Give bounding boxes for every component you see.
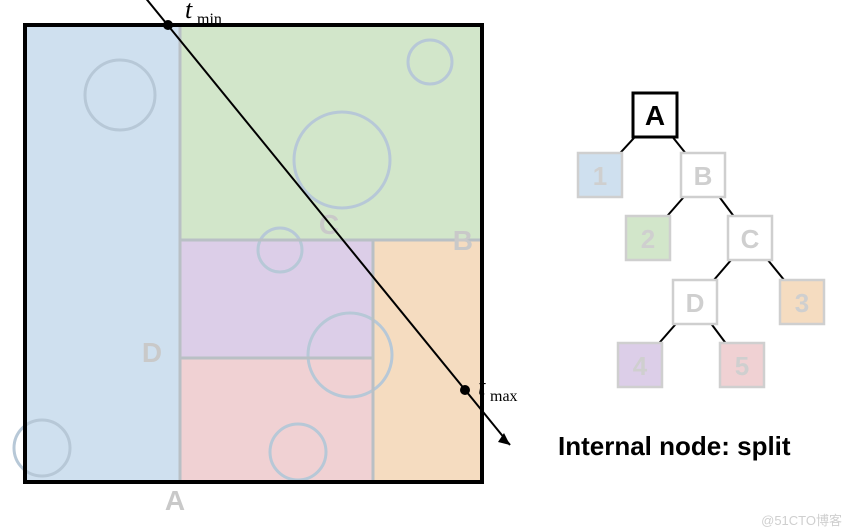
region-3 [373, 240, 482, 482]
split-label-B: B [453, 225, 473, 256]
split-label-A: A [165, 485, 185, 516]
partition-box: A B C D t min t max [14, 0, 518, 516]
watermark: @51CTO博客 [761, 510, 842, 529]
tree-node-B: B [681, 153, 725, 197]
tree-leaf-1: 1 [578, 153, 622, 197]
tree-node-C: C [728, 216, 772, 260]
svg-text:B: B [694, 161, 713, 191]
svg-text:C: C [741, 224, 760, 254]
svg-text:min: min [197, 11, 222, 28]
tree-leaf-5: 5 [720, 343, 764, 387]
tree-leaf-3: 3 [780, 280, 824, 324]
region-5 [180, 358, 373, 482]
svg-text:t: t [185, 0, 193, 24]
split-label-D: D [142, 337, 162, 368]
svg-text:3: 3 [795, 288, 809, 318]
svg-text:2: 2 [641, 224, 655, 254]
t-max-label: t max [478, 372, 518, 405]
svg-text:5: 5 [735, 351, 749, 381]
t-min-label: t min [185, 0, 222, 28]
tree-leaf-4: 4 [618, 343, 662, 387]
svg-text:D: D [686, 288, 705, 318]
svg-text:t: t [478, 372, 486, 401]
tree-node-D: D [673, 280, 717, 324]
svg-text:max: max [490, 388, 518, 405]
kdtree-diagram: A B C D t min t max [0, 0, 852, 531]
region-4 [180, 240, 373, 358]
svg-text:4: 4 [633, 351, 648, 381]
svg-text:1: 1 [593, 161, 607, 191]
svg-text:A: A [645, 100, 665, 131]
bsp-tree: A B C D 1 2 [578, 93, 824, 387]
caption-text: Internal node: split [558, 431, 791, 461]
region-1 [25, 25, 180, 482]
tree-node-A: A [633, 93, 677, 137]
tree-leaf-2: 2 [626, 216, 670, 260]
